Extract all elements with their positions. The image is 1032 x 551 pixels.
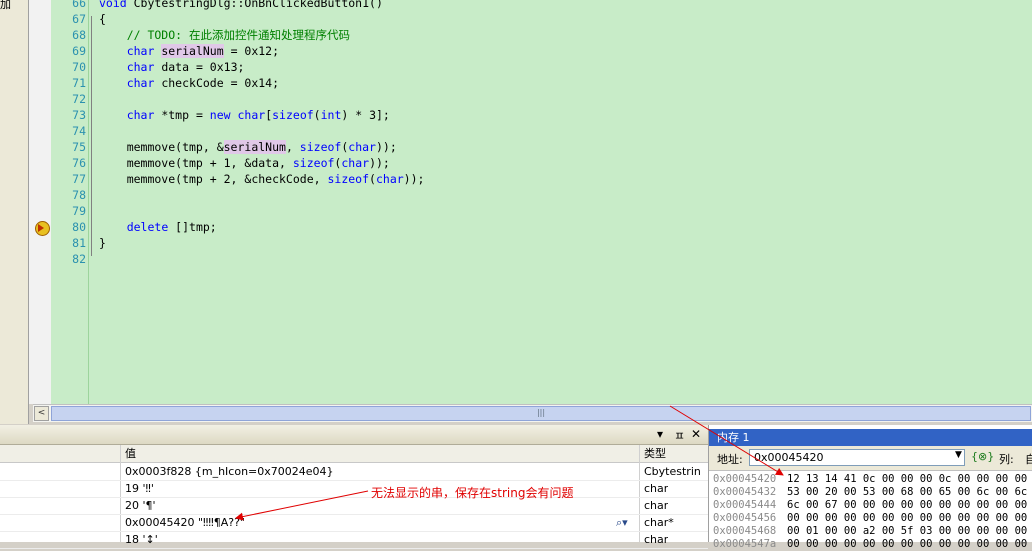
annotation-text: 无法显示的串，保存在string会有问题: [371, 486, 574, 500]
annotation-arrows: [235, 405, 784, 521]
annotation-arrow-to-value: [235, 490, 369, 521]
annotation-arrow-to-memory: [669, 405, 784, 476]
